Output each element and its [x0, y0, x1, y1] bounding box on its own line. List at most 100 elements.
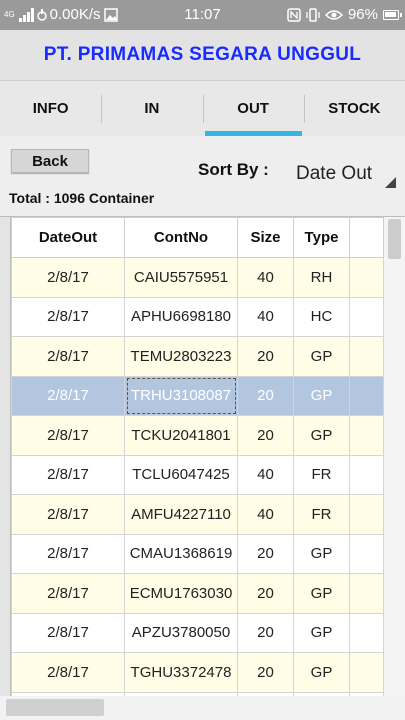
tab-stock[interactable]: STOCK [303, 81, 405, 136]
cell-contno[interactable]: APZU3780050 [124, 612, 238, 653]
cell-size[interactable]: 20 [237, 336, 294, 377]
cell-dateout[interactable]: 2/8/17 [11, 652, 125, 693]
table-row[interactable]: 2/8/17 APHU6698180 40 HC [11, 296, 384, 337]
cell-extra [349, 296, 384, 337]
tab-out[interactable]: OUT [202, 81, 304, 136]
cell-dateout[interactable]: 2/8/17 [11, 336, 125, 377]
table-row-selected[interactable]: 2/8/17 TRHU3108087 20 GP [11, 375, 384, 416]
cell-type[interactable]: HC [293, 296, 350, 337]
column-header-contno[interactable]: ContNo [124, 217, 238, 258]
cell-type[interactable]: GP [293, 533, 350, 574]
table-header-row: DateOut ContNo Size Type [11, 217, 384, 258]
cell-size[interactable]: 40 [237, 494, 294, 535]
cell-type[interactable]: GP [293, 612, 350, 653]
table-row[interactable]: 2/8/17 TCLU6047425 40 FR [11, 454, 384, 495]
bottom-scroll-area [0, 696, 405, 720]
cell-extra [349, 257, 384, 298]
tab-info[interactable]: INFO [0, 81, 101, 136]
cell-size[interactable]: 20 [237, 573, 294, 614]
cell-extra [349, 454, 384, 495]
cell-extra [349, 612, 384, 653]
cell-extra [349, 533, 384, 574]
row-header-strip [0, 217, 11, 696]
cell-type[interactable]: GP [293, 573, 350, 614]
nfc-icon [287, 8, 301, 22]
cell-extra [349, 652, 384, 693]
table-row[interactable]: 2/8/17 AMFU4227110 40 FR [11, 494, 384, 535]
cell-size[interactable]: 40 [237, 296, 294, 337]
sort-by-label: Sort By : [198, 160, 269, 179]
cell-contno[interactable]: CMAU1368619 [124, 533, 238, 574]
tab-bar: INFO IN OUT STOCK [0, 80, 405, 136]
cell-type[interactable]: FR [293, 494, 350, 535]
vibrate-icon [306, 8, 320, 22]
cell-dateout[interactable]: 2/8/17 [11, 573, 125, 614]
cell-size[interactable]: 20 [237, 612, 294, 653]
horizontal-scrollbar[interactable] [6, 699, 104, 716]
table-row[interactable]: 2/8/17 TGHU3372478 20 GP [11, 652, 384, 693]
table-row[interactable]: 2/8/17 CAIU5575951 40 RH [11, 257, 384, 298]
cell-contno[interactable]: APHU6698180 [124, 296, 238, 337]
sort-dropdown[interactable]: Date Out [286, 158, 398, 190]
cell-extra [349, 375, 384, 416]
cell-contno[interactable]: AMFU4227110 [124, 494, 238, 535]
controls-panel: Back Sort By : Date Out Total : 1096 Con… [0, 136, 405, 216]
cell-dateout[interactable]: 2/8/17 [11, 454, 125, 495]
cell-size[interactable]: 20 [237, 375, 294, 416]
table-row[interactable]: 2/8/17 TCKU2041801 20 GP [11, 415, 384, 456]
cell-dateout[interactable]: 2/8/17 [11, 257, 125, 298]
cell-type[interactable]: GP [293, 415, 350, 456]
app-header: PT. PRIMAMAS SEGARA UNGGUL [0, 30, 405, 80]
sort-selected-value: Date Out [296, 163, 373, 184]
app-screen: 4G 0.00K/s 11:07 96% PT. PRIMAMAS SEGARA… [0, 0, 405, 720]
column-header-extra [349, 217, 384, 258]
total-count: Total : 1096 Container [9, 190, 155, 206]
cell-extra [349, 573, 384, 614]
cell-contno[interactable]: TCKU2041801 [124, 415, 238, 456]
cell-contno[interactable]: TGHU3372478 [124, 652, 238, 693]
battery-percent: 96% [347, 6, 378, 23]
cell-extra [349, 494, 384, 535]
container-table-area[interactable]: DateOut ContNo Size Type 2/8/17 CAIU55759… [0, 216, 405, 696]
cell-type[interactable]: FR [293, 454, 350, 495]
status-bar: 4G 0.00K/s 11:07 96% [0, 0, 405, 30]
dropdown-arrow-icon [385, 177, 396, 188]
cell-contno-focused[interactable]: TRHU3108087 [124, 375, 238, 416]
table-row[interactable]: 2/8/17 TEMU2803223 20 GP [11, 336, 384, 377]
cell-contno[interactable]: TEMU2803223 [124, 336, 238, 377]
table-row[interactable]: 2/8/17 CMAU1368619 20 GP [11, 533, 384, 574]
cell-size[interactable]: 20 [237, 652, 294, 693]
cell-type[interactable]: GP [293, 652, 350, 693]
column-header-dateout[interactable]: DateOut [11, 217, 125, 258]
cell-extra [349, 415, 384, 456]
column-header-size[interactable]: Size [237, 217, 294, 258]
cell-type[interactable]: GP [293, 375, 350, 416]
back-button[interactable]: Back [11, 149, 89, 173]
cell-size[interactable]: 20 [237, 415, 294, 456]
container-table: DateOut ContNo Size Type 2/8/17 CAIU55759… [11, 217, 384, 696]
cell-contno[interactable]: CAIU5575951 [124, 257, 238, 298]
cell-dateout[interactable]: 2/8/17 [11, 612, 125, 653]
cell-dateout[interactable]: 2/8/17 [11, 375, 125, 416]
cell-size[interactable]: 40 [237, 454, 294, 495]
column-header-type[interactable]: Type [293, 217, 350, 258]
cell-contno[interactable]: ECMU1763030 [124, 573, 238, 614]
cell-size[interactable]: 40 [237, 257, 294, 298]
vertical-scrollbar[interactable] [388, 219, 401, 259]
cell-type[interactable]: GP [293, 336, 350, 377]
cell-type[interactable]: RH [293, 257, 350, 298]
cell-contno[interactable]: TCLU6047425 [124, 454, 238, 495]
table-row[interactable]: 2/8/17 APZU3780050 20 GP [11, 612, 384, 653]
page-title: PT. PRIMAMAS SEGARA UNGGUL [43, 44, 362, 65]
eye-icon [324, 10, 343, 20]
tab-in[interactable]: IN [101, 81, 202, 136]
cell-size[interactable]: 20 [237, 533, 294, 574]
status-right: 96% [287, 5, 402, 25]
cell-extra [349, 336, 384, 377]
cell-dateout[interactable]: 2/8/17 [11, 494, 125, 535]
cell-dateout[interactable]: 2/8/17 [11, 296, 125, 337]
battery-icon [383, 10, 402, 20]
cell-dateout[interactable]: 2/8/17 [11, 533, 125, 574]
table-row[interactable]: 2/8/17 ECMU1763030 20 GP [11, 573, 384, 614]
cell-dateout[interactable]: 2/8/17 [11, 415, 125, 456]
